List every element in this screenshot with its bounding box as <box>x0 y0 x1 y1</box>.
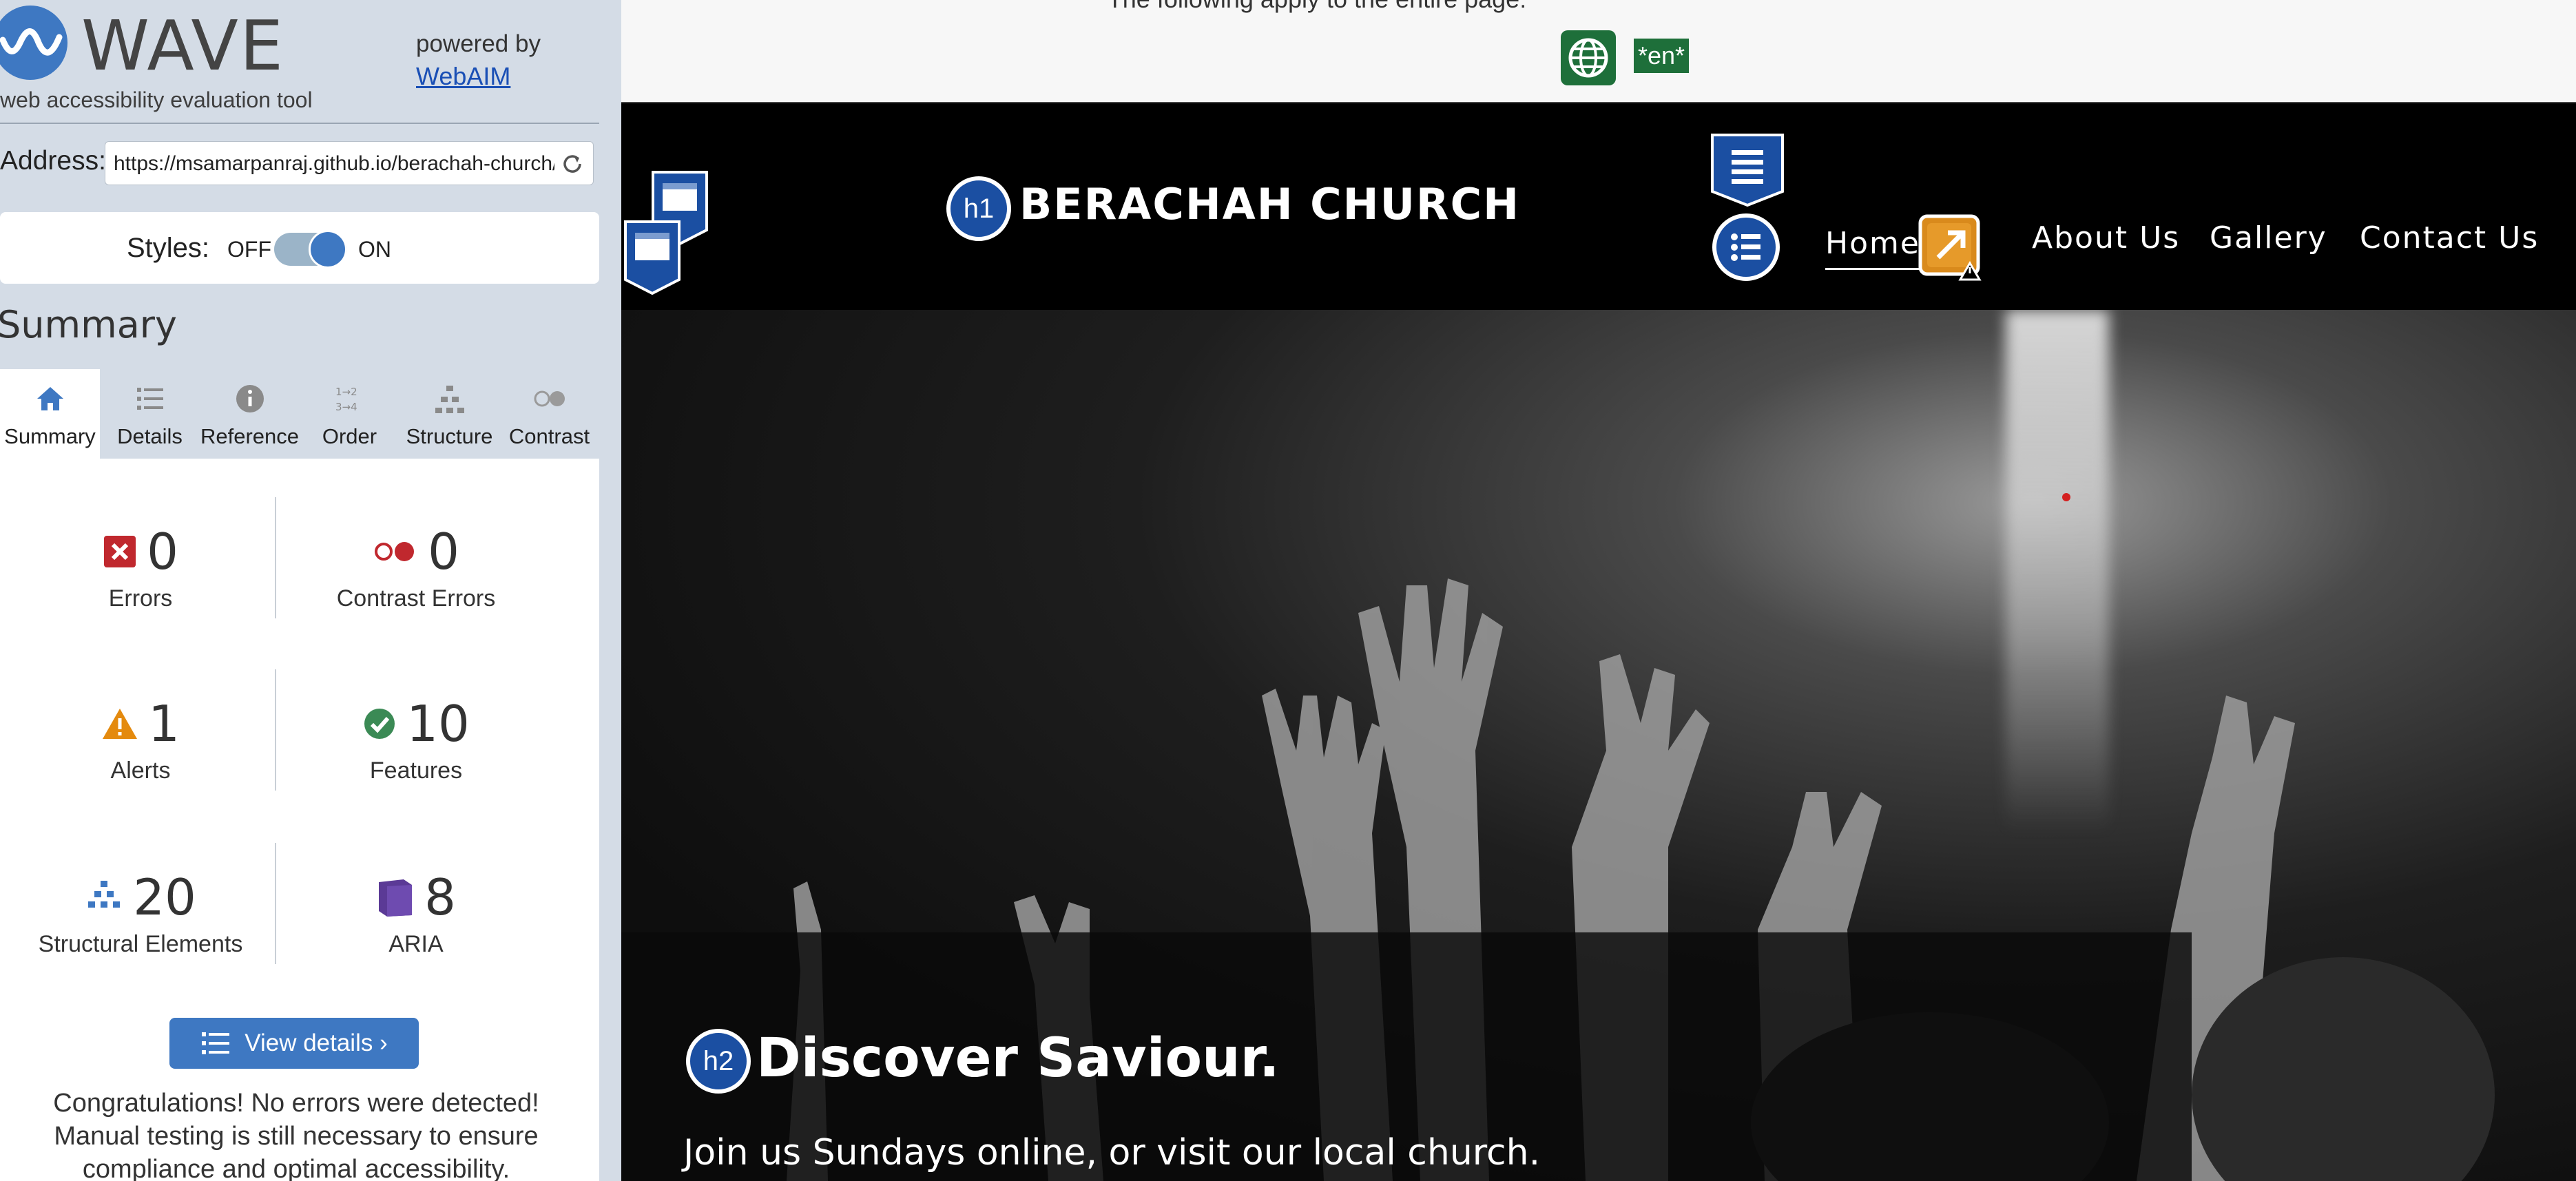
order-icon: 1→23→4 <box>335 386 357 413</box>
site-header: h1 BERACHAH CHURCH Home About Us Gallery… <box>621 102 2576 310</box>
styles-toggle[interactable] <box>274 230 347 269</box>
home-icon <box>37 387 63 410</box>
hero-content-box: h2 Discover Saviour. Join us Sundays onl… <box>621 932 2192 1181</box>
alerts-stat[interactable]: 1 Alerts <box>3 693 278 784</box>
tab-reference[interactable]: Reference <box>200 369 300 459</box>
features-label: Features <box>369 757 463 784</box>
header-divider <box>0 123 599 124</box>
globe-icon[interactable] <box>1561 30 1616 85</box>
tab-label: Structure <box>406 424 493 448</box>
aria-stat[interactable]: 8 ARIA <box>278 866 554 958</box>
address-input[interactable] <box>114 150 554 178</box>
structural-label: Structural Elements <box>38 931 243 957</box>
hero-heading: Discover Saviour. <box>756 1027 1280 1089</box>
tab-structure[interactable]: Structure <box>399 369 499 459</box>
structure-icon <box>88 881 121 908</box>
powered-by-text: powered by <box>416 30 541 57</box>
alert-icon <box>103 709 138 739</box>
congratulations-message: Congratulations! No errors were detected… <box>53 1089 539 1181</box>
nav-contact-us[interactable]: Contact Us <box>2360 220 2539 255</box>
navigation-region-icon[interactable] <box>1710 134 1785 207</box>
error-icon <box>104 536 136 567</box>
h2-badge[interactable]: h2 <box>686 1029 751 1094</box>
styles-label: Styles: <box>127 233 210 263</box>
nav-gallery[interactable]: Gallery <box>2210 220 2327 255</box>
nav-home[interactable]: Home <box>1825 226 1920 270</box>
view-details-label: View details › <box>245 1030 388 1056</box>
list-icon <box>136 388 163 410</box>
styles-toggle-knob[interactable] <box>309 230 347 269</box>
contrast-errors-count: 0 <box>428 523 459 581</box>
tab-bar: Summary Details Reference 1→2 3→4 Order S… <box>0 369 599 459</box>
styles-toggle-panel: Styles: OFF ON <box>0 212 599 284</box>
aria-label: ARIA <box>388 931 444 957</box>
hierarchy-icon <box>435 386 464 413</box>
contrast-errors-label: Contrast Errors <box>336 585 496 612</box>
stat-divider <box>275 843 276 964</box>
list-icon <box>202 1032 230 1054</box>
banner-region-icon[interactable] <box>623 220 682 295</box>
red-marker <box>2062 493 2070 501</box>
refresh-icon[interactable] <box>560 151 585 176</box>
tab-label: Order <box>322 424 377 448</box>
page-preview: The following apply to the entire page: … <box>621 0 2576 1181</box>
styles-off-label: OFF <box>227 237 271 262</box>
wave-tagline: web accessibility evaluation tool <box>0 87 313 112</box>
contrast-error-icon <box>375 542 415 561</box>
hero-subtitle: Join us Sundays online, or visit our loc… <box>683 1132 1541 1173</box>
wave-logo-text: WAVE <box>81 6 285 86</box>
unordered-list-icon[interactable] <box>1712 213 1780 281</box>
tab-label: Details <box>117 424 183 448</box>
address-field <box>105 141 594 185</box>
structural-stat[interactable]: 20 Structural Elements <box>3 866 278 958</box>
wave-logo-icon <box>0 6 67 80</box>
aria-icon <box>379 879 413 917</box>
errors-stat[interactable]: 0 Errors <box>3 521 278 612</box>
summary-panel: Summary Details Reference 1→2 3→4 Order S… <box>0 369 599 1181</box>
stat-divider <box>275 669 276 791</box>
info-icon <box>236 385 264 412</box>
h1-badge[interactable]: h1 <box>946 176 1011 241</box>
tab-order[interactable]: 1→2 3→4 Order <box>300 369 399 459</box>
redundant-link-alert-icon[interactable] <box>1918 213 1986 282</box>
stat-divider <box>275 497 276 618</box>
tab-label: Reference <box>200 424 300 448</box>
wave-sidebar: WAVE web accessibility evaluation tool p… <box>0 0 621 1181</box>
view-details-button[interactable]: View details › <box>169 1018 419 1069</box>
site-title[interactable]: BERACHAH CHURCH <box>1019 179 1520 229</box>
summary-heading: Summary <box>0 303 177 346</box>
address-label: Address: <box>0 146 106 176</box>
tab-details[interactable]: Details <box>100 369 200 459</box>
contrast-errors-stat[interactable]: 0 Contrast Errors <box>278 521 554 612</box>
alerts-label: Alerts <box>110 757 171 784</box>
features-count: 10 <box>406 695 470 753</box>
alerts-count: 1 <box>148 695 180 753</box>
tab-label: Summary <box>4 424 96 448</box>
tab-contrast[interactable]: Contrast <box>499 369 599 459</box>
svg-text:1→2: 1→2 <box>335 386 357 398</box>
webaim-link[interactable]: WebAIM <box>416 62 510 91</box>
errors-label: Errors <box>108 585 173 612</box>
errors-count: 0 <box>147 523 178 581</box>
feature-check-icon <box>364 709 395 739</box>
contrast-icon <box>534 390 565 407</box>
language-badge[interactable]: *en* <box>1634 39 1690 73</box>
hero-section: h2 Discover Saviour. Join us Sundays onl… <box>621 310 2576 1181</box>
tab-label: Contrast <box>508 424 590 448</box>
aria-count: 8 <box>424 868 456 926</box>
structural-count: 20 <box>133 868 196 926</box>
tab-summary[interactable]: Summary <box>0 369 100 459</box>
styles-on-label: ON <box>358 237 391 262</box>
nav-about-us[interactable]: About Us <box>2032 220 2180 255</box>
page-level-note: The following apply to the entire page: <box>621 0 2013 14</box>
features-stat[interactable]: 10 Features <box>278 693 554 784</box>
svg-text:3→4: 3→4 <box>335 401 357 413</box>
